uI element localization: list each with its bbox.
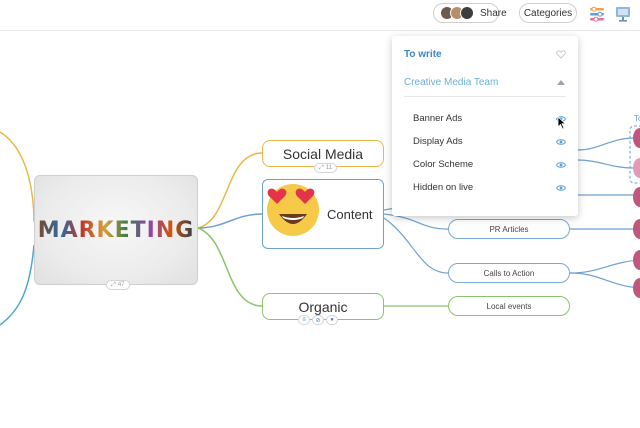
category-item-color-scheme[interactable]: Color Scheme: [413, 159, 566, 170]
branch-left-upper: [0, 131, 35, 223]
category-to-write-label: To write: [404, 49, 442, 60]
branch-calls-to-action: [383, 217, 449, 274]
mouse-cursor-icon: [557, 116, 567, 130]
category-creative-media-team-label: Creative Media Team: [404, 77, 499, 88]
node-local-events[interactable]: Local events: [448, 296, 570, 316]
node-pr-articles-label: PR Articles: [489, 224, 529, 234]
branch-social-media: [197, 152, 263, 229]
node-local-events-label: Local events: [486, 301, 532, 311]
right-node-partial[interactable]: [633, 158, 640, 178]
organic-node-icons: ≡ ⊘ ●: [298, 315, 338, 325]
node-organic-label: Organic: [298, 298, 348, 315]
content-node-badge: ⤢ 11: [314, 163, 338, 173]
central-node-label: MARKETING: [37, 217, 195, 243]
note-icon[interactable]: ≡: [298, 315, 310, 325]
categories-dropdown: To write Creative Media Team Banner Ads …: [392, 36, 578, 216]
category-creative-media-team[interactable]: Creative Media Team: [404, 77, 566, 88]
category-item-display-ads[interactable]: Display Ads: [413, 136, 566, 147]
node-pr-articles[interactable]: PR Articles: [448, 219, 570, 239]
node-content-label: Content: [327, 206, 373, 222]
node-calls-to-action-label: Calls to Action: [483, 268, 535, 278]
right-node-partial[interactable]: [633, 278, 640, 298]
right-node-partial[interactable]: [633, 128, 640, 148]
right-node-partial[interactable]: [633, 219, 640, 239]
right-node-partial[interactable]: [633, 250, 640, 270]
branch-left-lower: [0, 244, 35, 326]
attachment-icon[interactable]: ⊘: [312, 315, 324, 325]
triangle-up-icon[interactable]: [556, 79, 566, 86]
comment-icon[interactable]: ●: [326, 315, 338, 325]
heart-eyes-emoji-icon: [267, 184, 319, 236]
category-to-write[interactable]: To write: [404, 49, 566, 60]
category-item-label: Color Scheme: [413, 159, 474, 170]
central-node-marketing[interactable]: MARKETING: [34, 175, 198, 285]
branch-content: [197, 213, 263, 229]
category-item-label: Display Ads: [413, 136, 463, 147]
category-item-banner-ads[interactable]: Banner Ads: [413, 113, 566, 124]
eye-icon[interactable]: [556, 161, 566, 169]
node-social-media-label: Social Media: [282, 145, 364, 162]
branch-organic: [197, 227, 263, 307]
central-node-badge: ⤢ 47: [106, 280, 130, 290]
right-edge-label: To: [634, 114, 640, 123]
eye-icon[interactable]: [556, 184, 566, 192]
heart-outline-icon[interactable]: [556, 50, 566, 59]
category-item-hidden-on-live[interactable]: Hidden on live: [413, 182, 566, 193]
dropdown-divider: [404, 96, 566, 97]
node-calls-to-action[interactable]: Calls to Action: [448, 263, 570, 283]
eye-icon[interactable]: [556, 138, 566, 146]
category-item-label: Banner Ads: [413, 113, 463, 124]
right-node-partial[interactable]: [633, 187, 640, 207]
category-item-label: Hidden on live: [413, 182, 474, 193]
